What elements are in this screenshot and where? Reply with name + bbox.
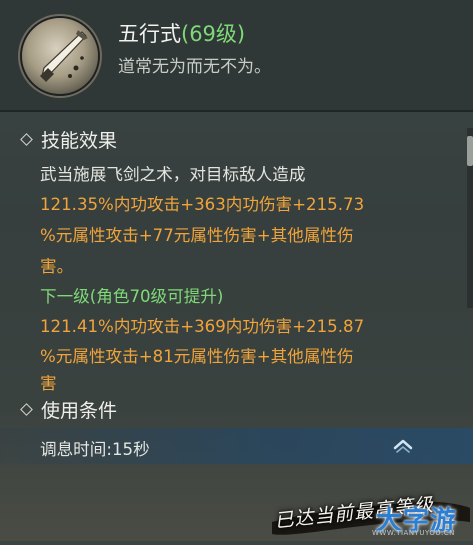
usage-title-label: 使用条件 [41,400,118,422]
sword-icon [22,18,98,94]
effect-title-label: 技能效果 [41,130,118,152]
skill-title: 五行式(69级) [118,18,245,48]
effect-line-1: 武当施展飞剑之术，对目标敌人造成 [40,165,306,184]
divider [0,110,473,112]
cooldown-text: 调息时间:15秒 [40,440,150,459]
next-level-line-1: 121.41%内功攻击+369内功伤害+215.87 [40,317,365,336]
effect-line-3: %元属性攻击+77元属性伤害+其他属性伤 [40,226,354,245]
next-level-title: 下一级(角色70级可提升) [40,287,224,306]
scrollbar-thumb[interactable] [467,136,473,166]
skill-description: 道常无为而无不为。 [118,57,271,77]
site-logo-url: WWW.TIANYUYOU.CN [372,529,455,537]
next-level-line-2: %元属性攻击+81元属性伤害+其他属性伤 [40,347,354,366]
effect-line-4: 害。 [40,257,74,276]
effect-line-2: 121.35%内功攻击+363内功伤害+215.73 [40,195,365,214]
skill-name: 五行式 [118,22,181,46]
diamond-bullet-icon [20,403,33,416]
skill-level: (69级) [181,22,246,46]
usage-section-title: 使用条件 [20,396,118,423]
effect-section-title: 技能效果 [20,126,118,153]
next-level-line-3: 害 [40,374,57,393]
diamond-bullet-icon [20,133,33,146]
chevron-up-icon[interactable] [386,430,420,460]
